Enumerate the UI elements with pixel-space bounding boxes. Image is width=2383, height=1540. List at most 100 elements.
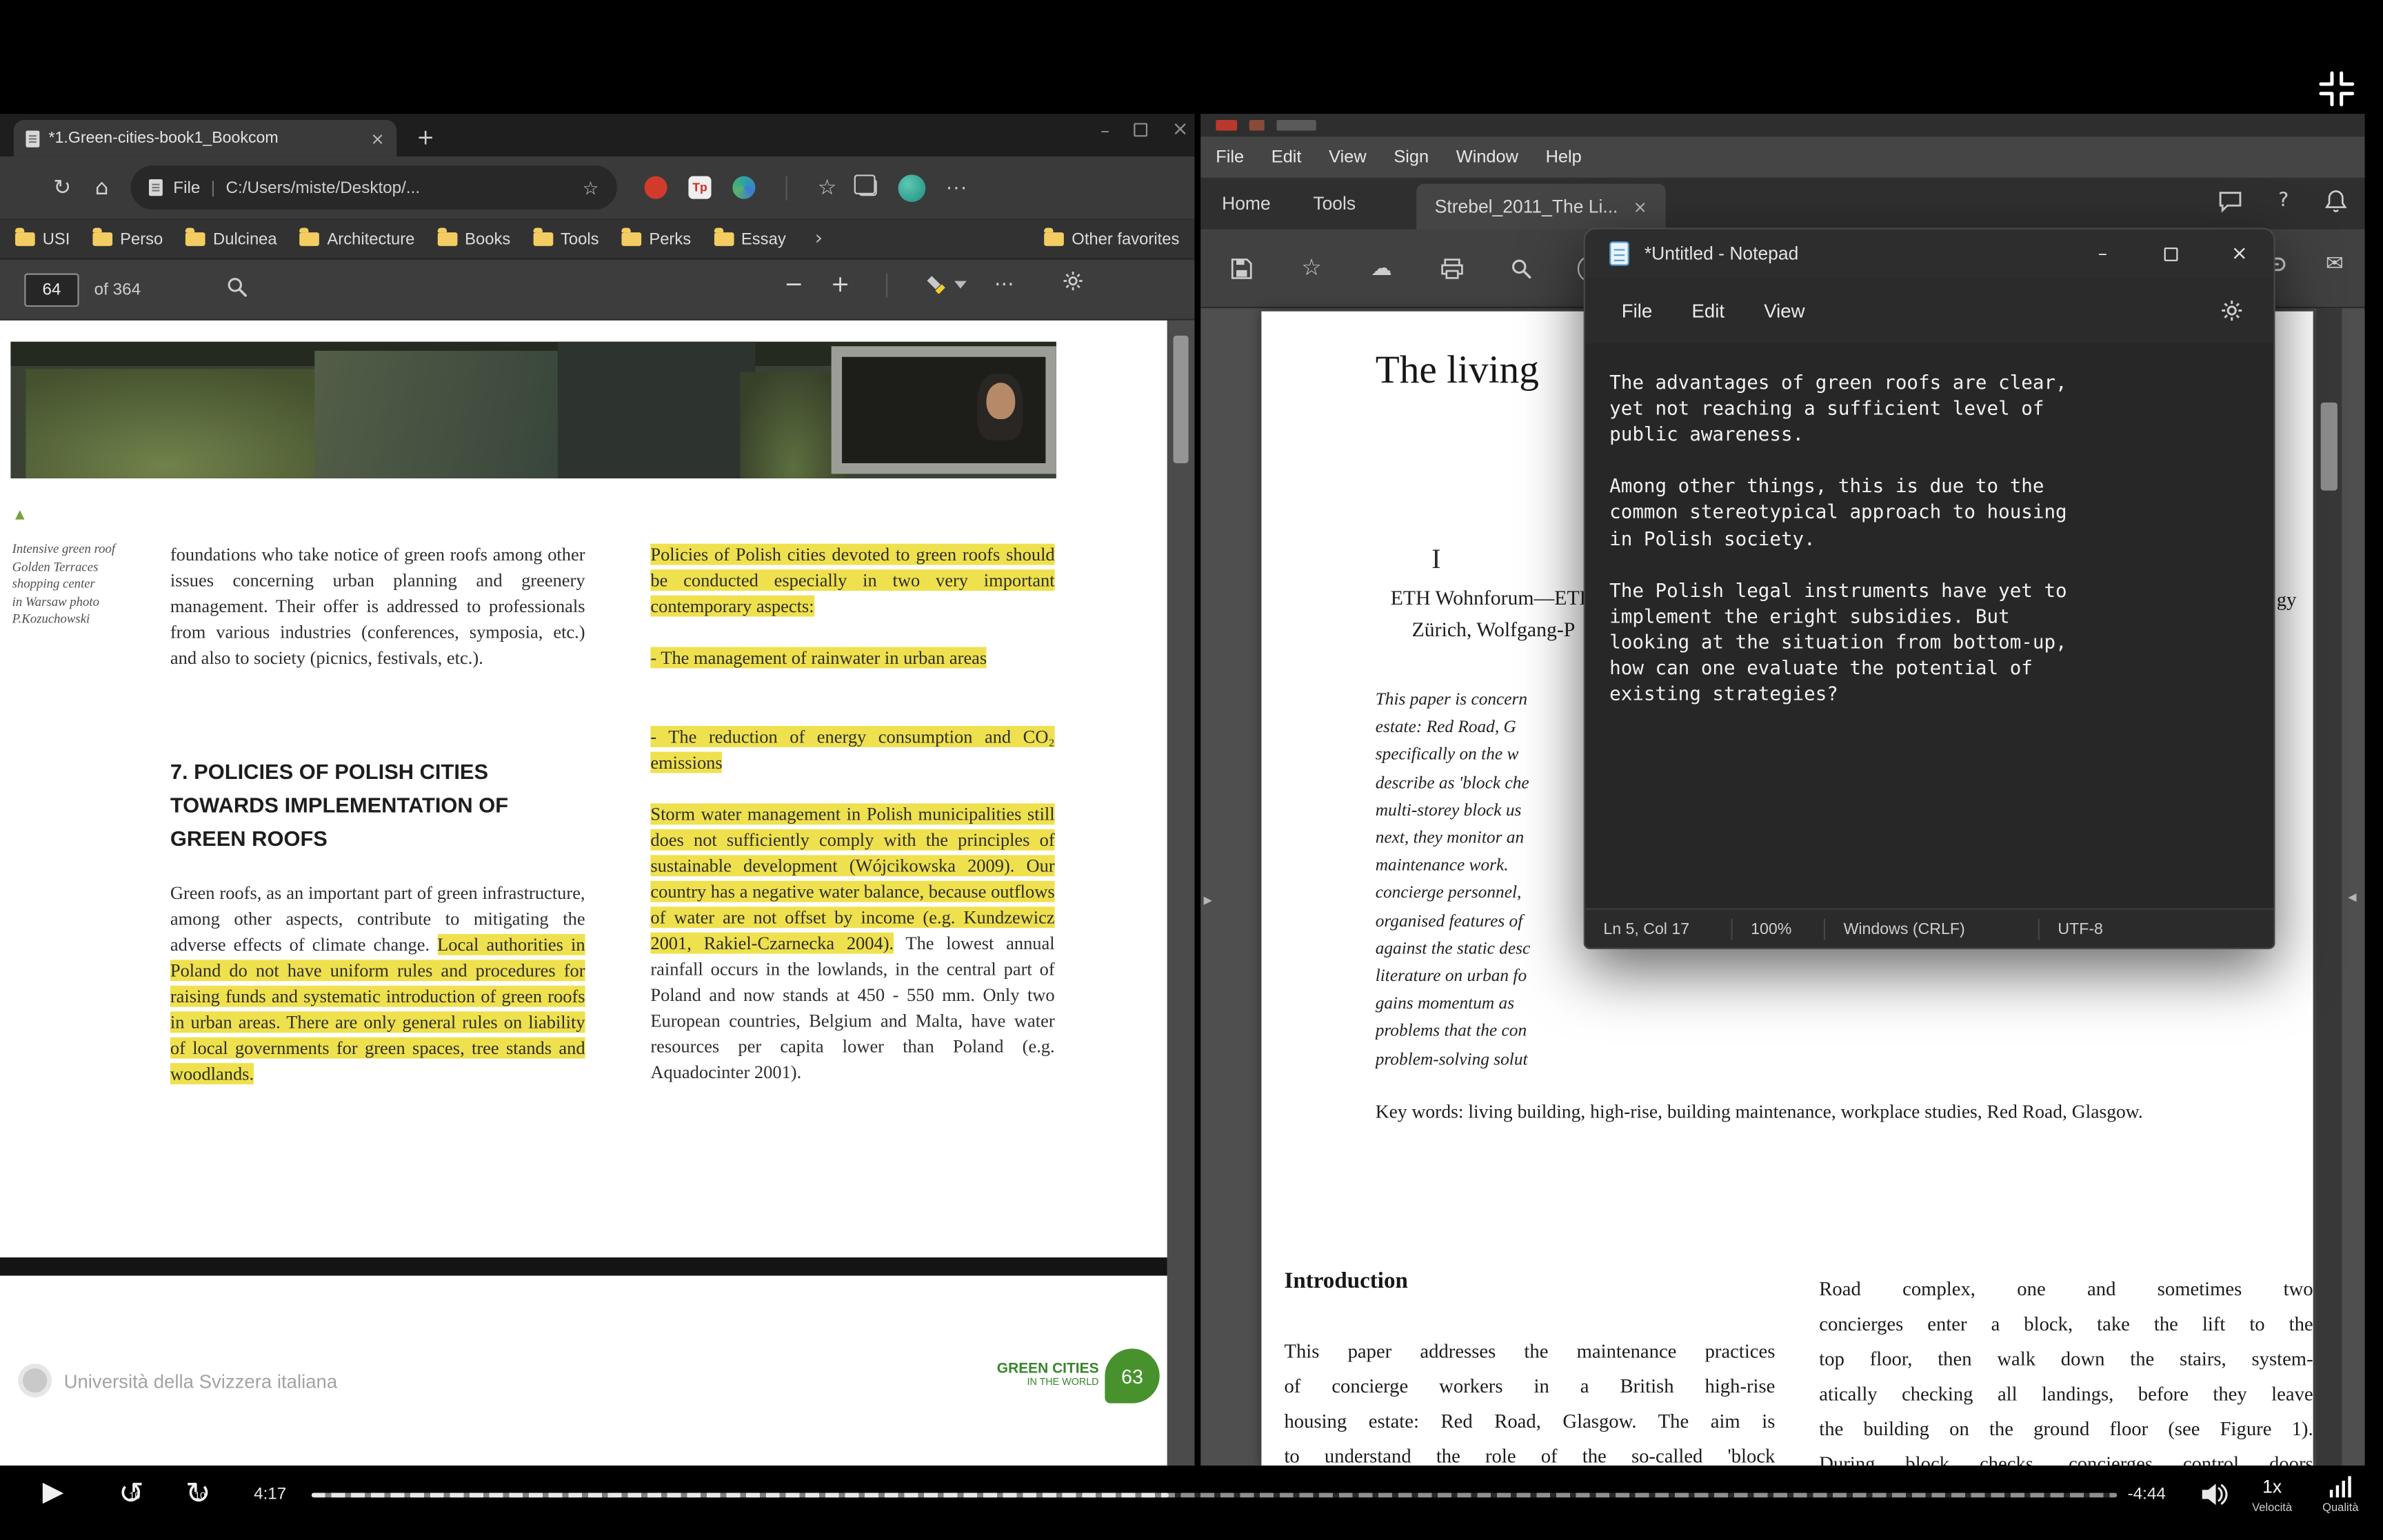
- highlighted-text: - The management of rainwater in urban a…: [650, 647, 987, 669]
- notepad-titlebar[interactable]: *Untitled - Notepad – ×: [1585, 230, 2273, 278]
- zoom-level[interactable]: 100%: [1733, 920, 1824, 938]
- settings-more-icon[interactable]: ···: [946, 179, 968, 196]
- favorites-overflow-icon[interactable]: ›: [815, 230, 823, 250]
- favorites-list-icon[interactable]: ☆: [818, 177, 837, 199]
- tab-label: Tools: [1313, 193, 1356, 214]
- home-icon: ⌂: [95, 177, 109, 199]
- pdf-settings-button[interactable]: [1063, 270, 1084, 299]
- favorite-star-icon[interactable]: ☆: [583, 179, 599, 196]
- speed-control[interactable]: 1x Velocità: [2240, 1476, 2304, 1514]
- quality-control[interactable]: Qualità: [2307, 1476, 2374, 1514]
- find-button[interactable]: [1498, 245, 1544, 291]
- scrollbar-thumb[interactable]: [1174, 336, 1189, 463]
- reload-button[interactable]: ↻: [43, 168, 82, 207]
- tab-close-icon[interactable]: ×: [1633, 199, 1647, 215]
- email-icon[interactable]: ✉: [2326, 254, 2344, 275]
- extension-adblock-icon[interactable]: [645, 176, 667, 199]
- favorite-label: USI: [43, 230, 70, 248]
- left-pane-toggle-icon[interactable]: ▸: [1204, 891, 1212, 908]
- menu-item[interactable]: Edit: [1271, 148, 1302, 166]
- rewind-10-button[interactable]: ↺ 10: [119, 1478, 144, 1511]
- profile-avatar[interactable]: [898, 174, 925, 201]
- maximize-window-icon[interactable]: [2137, 230, 2205, 278]
- url-field[interactable]: File | C:/Users/miste/Desktop/... ☆: [131, 165, 617, 210]
- folder-icon: [714, 232, 734, 246]
- menu-item[interactable]: Edit: [1692, 300, 1725, 321]
- tab-label: Home: [1222, 193, 1271, 214]
- new-tab-button[interactable]: +: [405, 120, 445, 156]
- extension-color-icon[interactable]: [732, 176, 755, 199]
- zoom-out-icon[interactable]: −: [784, 274, 803, 296]
- forward-10-button[interactable]: ↻ 10: [185, 1478, 211, 1511]
- book-page: Università della Svizzera italiana GREEN…: [0, 1276, 1167, 1466]
- menu-item[interactable]: Window: [1456, 148, 1518, 166]
- comment-bubble-icon[interactable]: [2219, 190, 2242, 212]
- pdf-search-button[interactable]: [226, 276, 248, 305]
- minimize-window-icon[interactable]: –: [1100, 121, 1109, 139]
- paper-title: The living: [1376, 348, 1539, 394]
- favorite-item[interactable]: Dulcinea: [185, 230, 276, 248]
- titlebar-fragment: [1249, 120, 1265, 130]
- highlight-tool-button[interactable]: [924, 272, 967, 296]
- cloud-upload-icon[interactable]: ☁: [1358, 245, 1404, 291]
- pdf-more-icon[interactable]: ⋯: [994, 275, 1014, 295]
- other-favorites[interactable]: Other favorites: [1045, 230, 1180, 248]
- adobe-logo-fragment: [1216, 120, 1237, 130]
- favorite-item[interactable]: Essay: [714, 230, 785, 248]
- progress-bar[interactable]: [312, 1493, 2117, 1498]
- university-name: Università della Svizzera italiana: [64, 1371, 338, 1392]
- gear-icon: [1063, 270, 1084, 292]
- document-tab[interactable]: Strebel_2011_The Li... ×: [1416, 184, 1665, 230]
- folder-icon: [15, 232, 35, 246]
- print-button[interactable]: [1429, 245, 1474, 291]
- encoding[interactable]: UTF-8: [2040, 920, 2121, 938]
- menu-item[interactable]: Sign: [1394, 148, 1429, 166]
- close-window-icon[interactable]: ×: [1172, 120, 1189, 140]
- menu-item[interactable]: File: [1622, 300, 1652, 321]
- menu-item[interactable]: File: [1216, 148, 1244, 166]
- notepad-settings-button[interactable]: [2220, 299, 2243, 327]
- folder-icon: [622, 232, 642, 246]
- pdf-viewport: ▲ Intensive green roof Golden Terraces s…: [0, 321, 1194, 1466]
- pdf-scrollbar[interactable]: [1167, 321, 1195, 1466]
- save-icon: [1231, 257, 1252, 278]
- pdf-page-input[interactable]: 64: [24, 274, 79, 307]
- favorite-item[interactable]: Perso: [92, 230, 163, 248]
- collections-icon[interactable]: [858, 179, 876, 196]
- play-button[interactable]: ▶: [43, 1479, 64, 1507]
- right-pane-toggle-icon[interactable]: ◂: [2348, 889, 2356, 905]
- reload-icon: ↻: [53, 177, 71, 199]
- help-icon[interactable]: ?: [2278, 192, 2289, 212]
- scrollbar-thumb[interactable]: [2321, 403, 2337, 491]
- chevron-down-icon[interactable]: [955, 281, 967, 289]
- minimize-window-icon[interactable]: –: [2069, 230, 2137, 278]
- favorite-item[interactable]: USI: [15, 230, 70, 248]
- url-scheme: File: [173, 179, 200, 196]
- save-button[interactable]: [1219, 245, 1265, 291]
- browser-tab[interactable]: *1.Green-cities-book1_Bookcom ×: [14, 120, 396, 156]
- search-icon: [1511, 257, 1532, 278]
- volume-button[interactable]: [2201, 1482, 2229, 1514]
- notepad-text-area[interactable]: The advantages of green roofs are clear,…: [1585, 343, 2273, 909]
- divider: [886, 272, 887, 296]
- menu-item[interactable]: Help: [1546, 148, 1582, 166]
- tab-tools[interactable]: Tools: [1292, 178, 1377, 230]
- maximize-window-icon[interactable]: [1134, 123, 1147, 136]
- favorite-item[interactable]: Tools: [533, 230, 599, 248]
- extension-tp-icon[interactable]: Tp: [688, 176, 711, 199]
- tab-close-icon[interactable]: ×: [370, 130, 384, 146]
- favorite-item[interactable]: Books: [437, 230, 510, 248]
- zoom-in-icon[interactable]: +: [831, 274, 850, 296]
- home-button[interactable]: ⌂: [82, 168, 121, 207]
- menu-item[interactable]: View: [1329, 148, 1366, 166]
- star-tool-icon[interactable]: ☆: [1289, 245, 1334, 291]
- exit-fullscreen-button[interactable]: [2316, 68, 2357, 116]
- url-divider: |: [211, 179, 215, 196]
- menu-item[interactable]: View: [1764, 300, 1804, 321]
- acrobat-scrollbar[interactable]: [2316, 308, 2342, 1466]
- notifications-bell-icon[interactable]: [2325, 190, 2346, 212]
- tab-home[interactable]: Home: [1200, 178, 1291, 230]
- favorite-item[interactable]: Architecture: [300, 230, 415, 248]
- favorite-item[interactable]: Perks: [622, 230, 692, 248]
- close-window-icon[interactable]: ×: [2205, 230, 2273, 278]
